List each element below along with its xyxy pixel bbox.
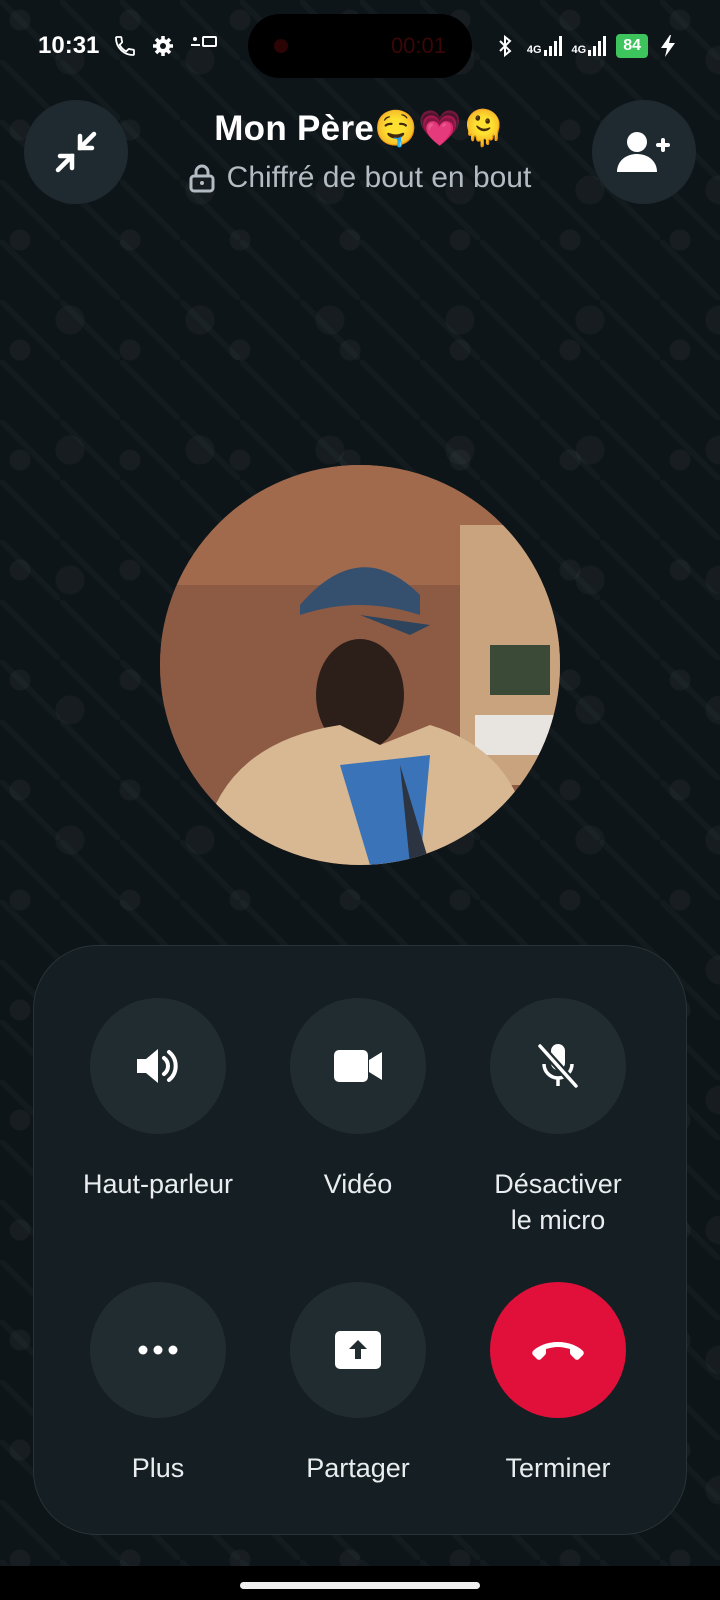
end-call-label: Terminer: [505, 1453, 611, 1483]
more-dots-icon: [138, 1345, 178, 1355]
notification-icon: [189, 34, 219, 58]
hang-up-phone-icon: [532, 1342, 584, 1360]
signal-1-indicator: 4G: [527, 36, 562, 56]
settings-gear-icon: [151, 34, 175, 58]
more-button[interactable]: [90, 1282, 226, 1418]
more-control: Plus: [58, 1282, 258, 1486]
share-control: Partager: [258, 1282, 458, 1486]
contact-name: Mon Père🤤💗🫠: [214, 109, 506, 148]
lock-icon: [189, 164, 215, 193]
mute-label-line1: Désactiver: [494, 1169, 622, 1199]
call-controls-panel: Haut-parleur Vidéo Désactiver le micro P…: [33, 945, 687, 1535]
home-gesture-bar[interactable]: [240, 1582, 480, 1589]
mute-control: Désactiver le micro: [458, 998, 658, 1238]
camera-cutout-call-indicator: 00:01: [248, 14, 472, 78]
contact-avatar: [160, 465, 560, 865]
encryption-text: Chiffré de bout en bout: [226, 161, 532, 194]
end-call-control: Terminer: [458, 1282, 658, 1486]
minimize-arrows-icon: [55, 131, 97, 173]
add-person-icon: [617, 132, 670, 172]
mute-button[interactable]: [490, 998, 626, 1134]
call-header: Mon Père🤤💗🫠 Chiffré de bout en bout: [110, 108, 610, 195]
encryption-notice: Chiffré de bout en bout: [110, 161, 610, 195]
video-button[interactable]: [290, 998, 426, 1134]
share-screen-button[interactable]: [290, 1282, 426, 1418]
speaker-control: Haut-parleur: [58, 998, 258, 1202]
microphone-off-icon: [537, 1043, 579, 1089]
bluetooth-icon: [493, 34, 517, 58]
share-label: Partager: [306, 1453, 410, 1483]
battery-level: 84: [616, 34, 648, 58]
speaker-button[interactable]: [90, 998, 226, 1134]
add-participant-button[interactable]: [592, 100, 696, 204]
mute-label: Désactiver le micro: [458, 1166, 658, 1238]
speaker-label: Haut-parleur: [82, 1169, 234, 1199]
phone-call-icon: [113, 34, 137, 58]
mute-label-line2: le micro: [510, 1205, 606, 1235]
call-indicator-dot: [274, 39, 288, 53]
speaker-icon: [137, 1049, 178, 1083]
call-timer: 00:01: [390, 33, 446, 58]
share-screen-icon: [335, 1331, 381, 1369]
video-label: Vidéo: [323, 1169, 393, 1199]
video-control: Vidéo: [258, 998, 458, 1202]
video-camera-icon: [334, 1050, 382, 1082]
charging-bolt-icon: [658, 34, 682, 58]
more-label: Plus: [131, 1453, 185, 1483]
signal-2-indicator: 4G: [572, 36, 607, 56]
end-call-button[interactable]: [490, 1282, 626, 1418]
contact-photo: [160, 465, 560, 865]
status-time: 10:31: [38, 32, 100, 59]
